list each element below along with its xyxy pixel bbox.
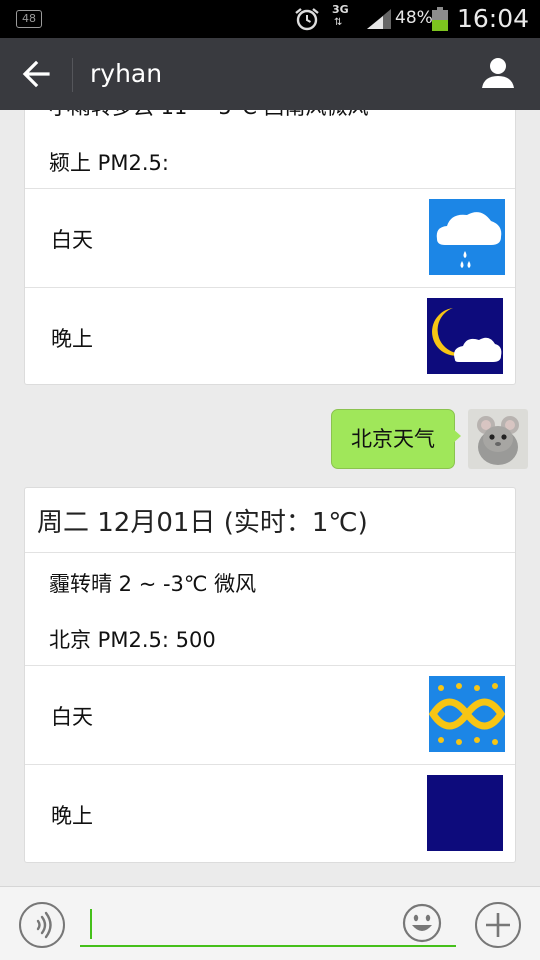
text-caret (90, 909, 92, 939)
weather-line: 霾转晴 2 ~ -3℃ 微风 (49, 572, 257, 596)
clock: 16:04 (457, 4, 530, 33)
moon-cloud-icon (427, 298, 503, 374)
status-bar: 48 3G ⇅ 48% 16:04 (0, 0, 540, 38)
battery-percent: 48% (395, 8, 433, 28)
weather-card-title: 周二 12月01日 (实时：1℃) (37, 508, 368, 538)
chat-area[interactable]: 小雨转多云 11 ~ 5°C 西南风微风 颍上 PM2.5: 白天 晚上 北京天… (0, 110, 540, 886)
weather-card[interactable]: 周二 12月01日 (实时：1℃) 霾转晴 2 ~ -3℃ 微风 北京 PM2.… (24, 487, 516, 863)
haze-icon (429, 676, 505, 752)
bubble-tail (452, 428, 461, 444)
day-label: 白天 (51, 228, 93, 252)
pm25-line: 北京 PM2.5: 500 (49, 628, 216, 652)
chat-title: ryhan (90, 59, 163, 88)
network-arrows: ⇅ (334, 17, 343, 28)
profile-icon[interactable] (476, 52, 520, 96)
title-divider (72, 58, 73, 92)
voice-icon[interactable] (18, 901, 66, 949)
divider (25, 188, 515, 189)
signal-icon (367, 9, 391, 29)
pm25-line: 颍上 PM2.5: (49, 151, 169, 175)
back-arrow-icon[interactable] (14, 52, 58, 96)
divider (25, 665, 515, 666)
moon-icon (427, 775, 503, 851)
alarm-icon (295, 8, 319, 31)
night-label: 晚上 (51, 804, 93, 828)
divider (25, 287, 515, 288)
message-input[interactable] (80, 903, 456, 947)
battery-icon (432, 7, 448, 31)
emoji-icon[interactable] (402, 903, 442, 943)
network-type: 3G (332, 3, 349, 16)
day-label: 白天 (51, 705, 93, 729)
sent-message-bubble[interactable]: 北京天气 (331, 409, 455, 469)
weather-card[interactable]: 小雨转多云 11 ~ 5°C 西南风微风 颍上 PM2.5: 白天 晚上 (24, 110, 516, 385)
weather-line: 小雨转多云 11 ~ 5°C 西南风微风 (49, 110, 369, 121)
cloud-rain-icon (429, 199, 505, 275)
divider (25, 552, 515, 553)
plus-icon[interactable] (474, 901, 522, 949)
notification-badge: 48 (16, 10, 42, 28)
divider (25, 764, 515, 765)
night-label: 晚上 (51, 327, 93, 351)
input-bar (0, 886, 540, 960)
chinchilla-avatar[interactable] (468, 409, 528, 469)
title-bar: ryhan (0, 38, 540, 110)
